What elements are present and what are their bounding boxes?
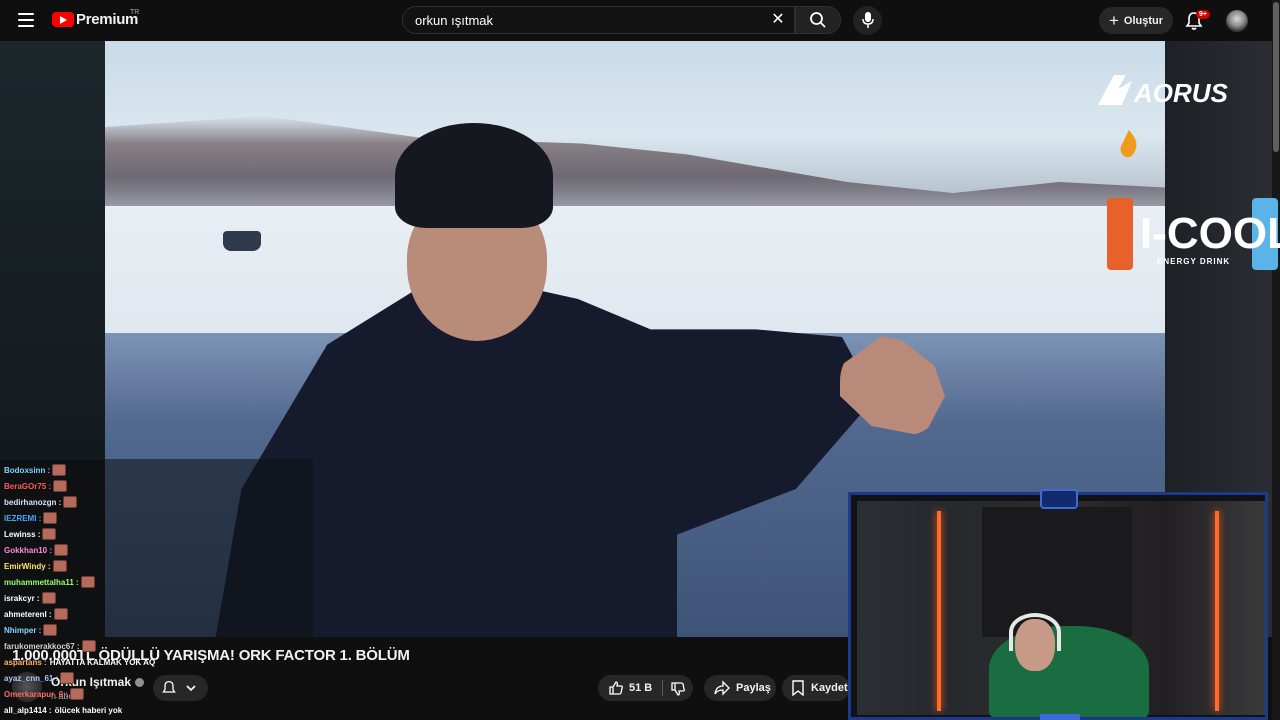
chat-text: ölücek haberi yok [54, 705, 123, 715]
chat-emote [80, 576, 95, 588]
share-icon [714, 680, 730, 696]
chat-emote [60, 672, 75, 684]
chat-emote [81, 640, 96, 652]
chat-emote [54, 544, 69, 556]
chat-username[interactable]: Bodoxsinn : [4, 466, 50, 475]
flame-logo [1120, 130, 1137, 158]
chat-username[interactable]: muhammettalha11 : [4, 578, 79, 587]
account-avatar[interactable] [1226, 10, 1248, 32]
chat-message: aspartans : HAYATTA KALMAK YOK AQ [4, 655, 155, 669]
chat-emote [43, 512, 58, 524]
chat-message: IEZREMI : [4, 511, 58, 525]
chat-emote [53, 480, 68, 492]
chat-username[interactable]: aspartans : [4, 658, 47, 667]
chat-message: Omerkarapur_0 : [4, 687, 85, 701]
like-dislike-group: 51 B [598, 675, 693, 701]
chat-emote [53, 608, 68, 620]
chat-message: Lewinss : [4, 527, 57, 541]
search-icon [810, 12, 826, 28]
logo-text: Premium [76, 11, 139, 28]
chat-message: muhammettalha11 : [4, 575, 95, 589]
plus-icon: + [1108, 10, 1119, 30]
thumbs-down-icon [671, 682, 685, 696]
icool-logo: I-COOL ENERGY DRINK [1107, 198, 1280, 270]
chat-username[interactable]: Gokkhan10 : [4, 546, 52, 555]
webcam-logo [1040, 489, 1078, 509]
chat-username[interactable]: bedirhanozgn : [4, 498, 61, 507]
chat-message: Gokkhan10 : [4, 543, 69, 557]
save-button[interactable]: Kaydet [782, 675, 850, 701]
chat-message: ahmeterenl : [4, 607, 68, 621]
icool-text: I-COOL [1140, 209, 1280, 258]
chat-text: HAYATTA KALMAK YOK AQ [49, 657, 156, 667]
chat-message: ayaz_cnn_61 : [4, 671, 75, 685]
chat-username[interactable]: IEZREMI : [4, 514, 41, 523]
chat-username[interactable]: Lewinss : [4, 530, 40, 539]
chat-message: bedirhanozgn : [4, 495, 78, 509]
bell-icon [162, 680, 176, 693]
streamer-webcam [848, 492, 1268, 720]
chat-username[interactable]: EmirWindy : [4, 562, 51, 571]
youtube-logo[interactable]: Premium [52, 11, 138, 28]
aorus-text: AORUS [1133, 78, 1229, 108]
subscription-bell-button[interactable] [153, 675, 208, 701]
icool-subtext: ENERGY DRINK [1157, 257, 1230, 266]
chat-emote [52, 560, 67, 572]
scrollbar-thumb[interactable] [1273, 2, 1279, 152]
chat-message: Bodoxsinn : [4, 463, 67, 477]
webcam-accent [1040, 714, 1080, 720]
chat-username[interactable]: israkcyr : [4, 594, 40, 603]
create-button[interactable]: + Oluştur [1099, 7, 1173, 34]
chat-emote [43, 624, 58, 636]
save-label: Kaydet [811, 682, 848, 694]
chat-message: EmirWindy : [4, 559, 67, 573]
chat-message: Nhimper : [4, 623, 58, 637]
boat [223, 231, 261, 251]
chat-emote [42, 528, 57, 540]
menu-icon[interactable] [18, 13, 34, 27]
chat-message: all_alp1414 : ölücek haberi yok [4, 703, 122, 717]
led-strip [937, 511, 941, 711]
verified-icon [135, 678, 145, 688]
led-strip [1215, 511, 1219, 711]
chevron-down-icon [186, 685, 196, 692]
webcam-room [857, 501, 1265, 717]
youtube-play-icon [52, 12, 74, 27]
chat-username[interactable]: Omerkarapur_0 : [4, 690, 68, 699]
microphone-icon [862, 12, 874, 28]
chat-username[interactable]: BeraGOr75 : [4, 482, 51, 491]
like-count: 51 B [629, 682, 653, 694]
dislike-button[interactable] [663, 675, 693, 701]
ambient-left [0, 41, 105, 461]
chat-username[interactable]: Nhimper : [4, 626, 41, 635]
chat-emote [41, 592, 56, 604]
thumbs-up-icon [609, 681, 623, 695]
chat-username[interactable]: ahmeterenl : [4, 610, 52, 619]
chat-emote [52, 464, 67, 476]
bookmark-icon [792, 680, 804, 696]
presenter-beanie [395, 123, 553, 228]
like-button[interactable]: 51 B [598, 675, 662, 701]
share-label: Paylaş [736, 682, 771, 694]
create-label: Oluştur [1123, 14, 1164, 27]
chat-message: farukomerakkoc67 : [4, 639, 96, 653]
chat-username[interactable]: ayaz_cnn_61 : [4, 674, 58, 683]
chat-username[interactable]: all_alp1414 : [4, 706, 52, 715]
headset [1009, 613, 1061, 651]
voice-search-button[interactable] [853, 6, 882, 35]
share-button[interactable]: Paylaş [704, 675, 776, 701]
collectibles-shelf [982, 507, 1132, 637]
chat-emote [63, 496, 78, 508]
notification-badge: 9+ [1196, 10, 1210, 19]
chat-message: israkcyr : [4, 591, 56, 605]
clear-search-icon[interactable]: ✕ [768, 10, 788, 30]
search-value: orkun ışıtmak [415, 13, 494, 28]
chat-message: BeraGOr75 : [4, 479, 68, 493]
aorus-logo: AORUS [1098, 75, 1229, 108]
search-input[interactable]: orkun ışıtmak ✕ [402, 6, 795, 34]
region-code: TR [130, 9, 140, 16]
chat-emote [70, 688, 85, 700]
chat-username[interactable]: farukomerakkoc67 : [4, 642, 80, 651]
search-button[interactable] [795, 6, 841, 34]
